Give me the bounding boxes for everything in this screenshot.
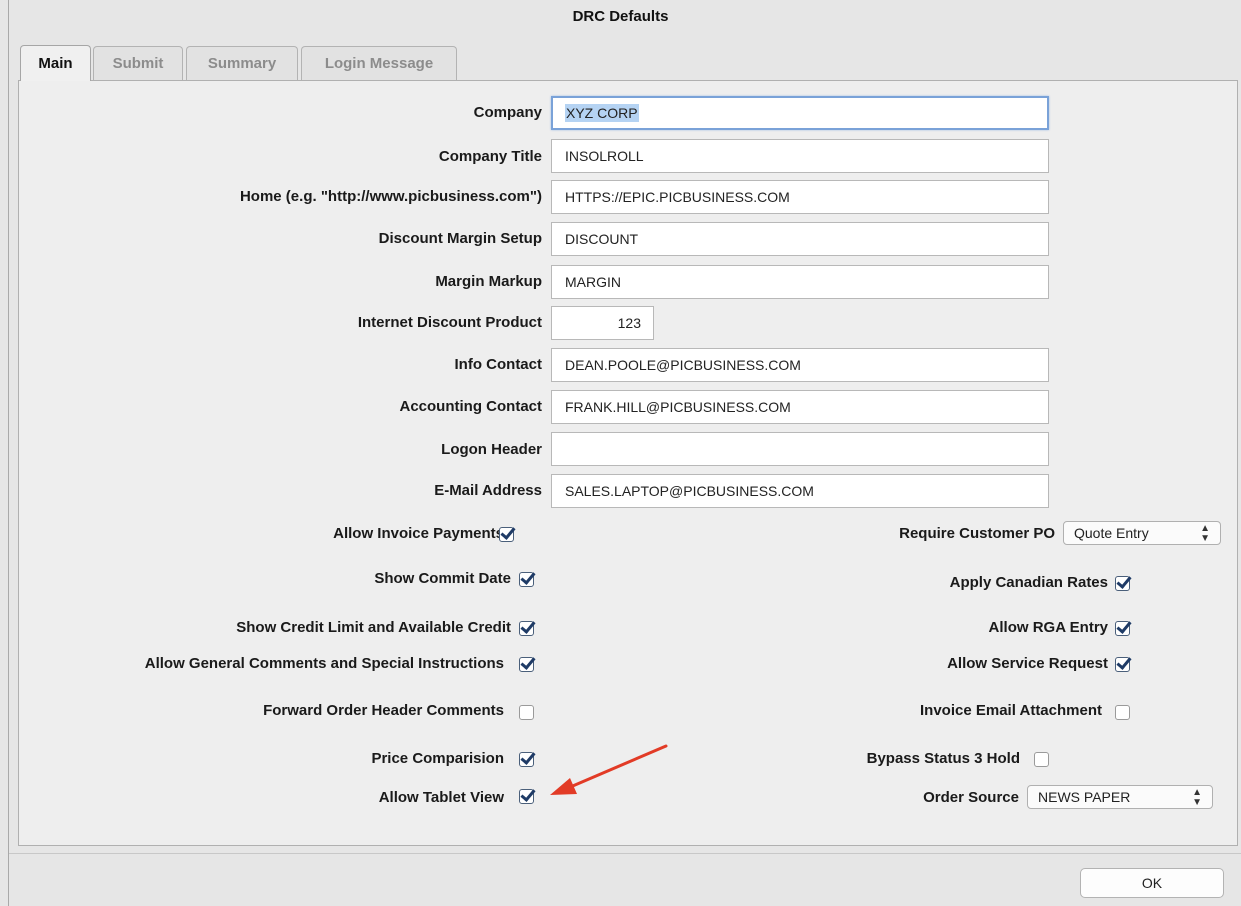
email-address-input[interactable]: SALES.LAPTOP@PICBUSINESS.COM — [551, 474, 1049, 508]
select-arrows-icon: ▲ ▼ — [1192, 787, 1202, 808]
discount-margin-setup-input[interactable]: DISCOUNT — [551, 222, 1049, 256]
red-arrow-icon — [550, 744, 668, 795]
forward-order-header-comments-label: Forward Order Header Comments — [263, 702, 504, 719]
show-commit-date-label: Show Commit Date — [374, 570, 511, 587]
bypass-status-3-hold-label: Bypass Status 3 Hold — [866, 750, 1020, 767]
show-credit-limit-checkbox[interactable] — [519, 621, 534, 636]
tab-summary[interactable]: Summary — [186, 46, 298, 80]
price-comparision-label: Price Comparision — [371, 750, 504, 767]
company-label: Company — [473, 104, 542, 121]
order-source-value: NEWS PAPER — [1038, 789, 1131, 805]
select-arrows-icon: ▲ ▼ — [1200, 523, 1210, 544]
company-title-label: Company Title — [438, 148, 542, 165]
allow-rga-entry-checkbox[interactable] — [1115, 621, 1130, 636]
forward-order-header-comments-checkbox[interactable] — [519, 705, 534, 720]
info-contact-label: Info Contact — [454, 356, 543, 373]
company-value: XYZ CORP — [565, 104, 639, 122]
allow-general-comments-checkbox[interactable] — [519, 657, 534, 672]
logon-header-input[interactable] — [551, 432, 1049, 466]
allow-service-request-label: Allow Service Request — [947, 655, 1108, 672]
allow-service-request-checkbox[interactable] — [1115, 657, 1130, 672]
margin-markup-input[interactable]: MARGIN — [551, 265, 1049, 299]
internet-discount-product-label: Internet Discount Product — [357, 314, 542, 331]
company-title-input[interactable]: INSOLROLL — [551, 139, 1049, 173]
apply-canadian-rates-label: Apply Canadian Rates — [949, 574, 1108, 591]
bypass-status-3-hold-checkbox[interactable] — [1034, 752, 1049, 767]
allow-tablet-view-label: Allow Tablet View — [378, 789, 504, 806]
order-source-select[interactable]: NEWS PAPER ▲ ▼ — [1027, 785, 1213, 809]
allow-invoice-payments-label: Allow Invoice Payments — [333, 525, 504, 542]
allow-rga-entry-label: Allow RGA Entry — [988, 619, 1108, 636]
discount-margin-setup-label: Discount Margin Setup — [378, 230, 542, 247]
home-url-input[interactable]: HTTPS://EPIC.PICBUSINESS.COM — [551, 180, 1049, 214]
home-url-label: Home (e.g. "http://www.picbusiness.com") — [239, 188, 542, 205]
allow-tablet-view-checkbox[interactable] — [519, 789, 534, 804]
logon-header-label: Logon Header — [441, 441, 542, 458]
tab-main[interactable]: Main — [20, 45, 91, 81]
price-comparision-checkbox[interactable] — [519, 752, 534, 767]
tab-login-message[interactable]: Login Message — [301, 46, 457, 80]
internet-discount-product-input[interactable]: 123 — [551, 306, 654, 340]
window-edge — [8, 0, 9, 906]
order-source-label: Order Source — [923, 789, 1019, 806]
accounting-contact-input[interactable]: FRANK.HILL@PICBUSINESS.COM — [551, 390, 1049, 424]
company-input[interactable]: XYZ CORP — [551, 96, 1049, 130]
ok-button[interactable]: OK — [1080, 868, 1224, 898]
info-contact-input[interactable]: DEAN.POOLE@PICBUSINESS.COM — [551, 348, 1049, 382]
show-commit-date-checkbox[interactable] — [519, 572, 534, 587]
footer-divider — [9, 853, 1241, 854]
require-customer-po-label: Require Customer PO — [899, 525, 1055, 542]
email-address-label: E-Mail Address — [434, 482, 542, 499]
allow-invoice-payments-checkbox[interactable] — [499, 527, 514, 542]
window-title: DRC Defaults — [572, 8, 669, 25]
tab-submit[interactable]: Submit — [93, 46, 183, 80]
invoice-email-attachment-label: Invoice Email Attachment — [920, 702, 1102, 719]
allow-general-comments-label: Allow General Comments and Special Instr… — [144, 655, 504, 672]
invoice-email-attachment-checkbox[interactable] — [1115, 705, 1130, 720]
show-credit-limit-label: Show Credit Limit and Available Credit — [236, 619, 511, 636]
require-customer-po-select[interactable]: Quote Entry ▲ ▼ — [1063, 521, 1221, 545]
apply-canadian-rates-checkbox[interactable] — [1115, 576, 1130, 591]
require-customer-po-value: Quote Entry — [1074, 525, 1149, 541]
margin-markup-label: Margin Markup — [435, 273, 542, 290]
accounting-contact-label: Accounting Contact — [399, 398, 543, 415]
